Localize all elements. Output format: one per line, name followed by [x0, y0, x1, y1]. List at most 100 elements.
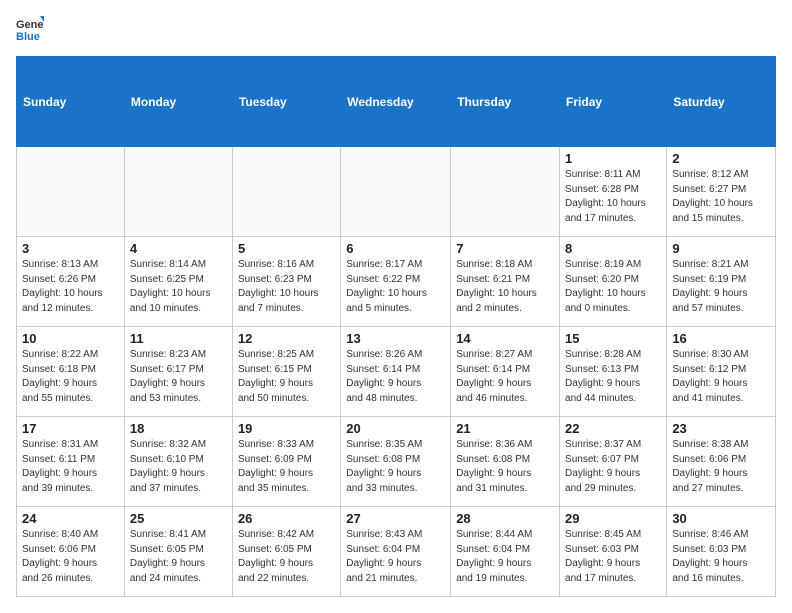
day-info: Sunrise: 8:41 AM Sunset: 6:05 PM Dayligh…: [130, 528, 227, 586]
svg-text:Blue: Blue: [16, 31, 40, 43]
calendar-cell: 12 Sunrise: 8:25 AM Sunset: 6:15 PM Dayli…: [232, 327, 340, 417]
day-info: Sunrise: 8:31 AM Sunset: 6:11 PM Dayligh…: [22, 438, 119, 496]
svg-text:General: General: [16, 19, 44, 31]
calendar-cell: 11 Sunrise: 8:23 AM Sunset: 6:17 PM Dayli…: [124, 327, 232, 417]
calendar-cell: 28 Sunrise: 8:44 AM Sunset: 6:04 PM Dayli…: [451, 507, 560, 597]
day-number: 4: [130, 241, 227, 256]
calendar-cell: 9 Sunrise: 8:21 AM Sunset: 6:19 PM Daylig…: [667, 237, 776, 327]
header-wednesday: Wednesday: [341, 57, 451, 147]
calendar-cell: 27Sunrise: 8:43 AM Sunset: 6:04 PM Dayli…: [341, 507, 451, 597]
calendar-header: SundayMondayTuesdayWednesdayThursdayFrid…: [17, 57, 776, 147]
header-sunday: Sunday: [17, 57, 125, 147]
calendar-cell: 5 Sunrise: 8:16 AM Sunset: 6:23 PM Daylig…: [232, 237, 340, 327]
calendar-cell: 26 Sunrise: 8:42 AM Sunset: 6:05 PM Dayli…: [232, 507, 340, 597]
calendar-cell: [232, 147, 340, 237]
day-number: 12: [238, 331, 335, 346]
day-info: Sunrise: 8:12 AM Sunset: 6:27 PM Dayligh…: [672, 168, 770, 226]
calendar-cell: 13 Sunrise: 8:26 AM Sunset: 6:14 PM Dayli…: [341, 327, 451, 417]
day-number: 19: [238, 421, 335, 436]
calendar-cell: 4Sunrise: 8:14 AM Sunset: 6:25 PM Daylig…: [124, 237, 232, 327]
calendar-cell: 16Sunrise: 8:30 AM Sunset: 6:12 PM Dayli…: [667, 327, 776, 417]
header-monday: Monday: [124, 57, 232, 147]
day-info: Sunrise: 8:11 AM Sunset: 6:28 PM Dayligh…: [565, 168, 661, 226]
header-saturday: Saturday: [667, 57, 776, 147]
day-info: Sunrise: 8:17 AM Sunset: 6:22 PM Dayligh…: [346, 258, 445, 316]
calendar-cell: 14Sunrise: 8:27 AM Sunset: 6:14 PM Dayli…: [451, 327, 560, 417]
day-info: Sunrise: 8:26 AM Sunset: 6:14 PM Dayligh…: [346, 348, 445, 406]
day-info: Sunrise: 8:22 AM Sunset: 6:18 PM Dayligh…: [22, 348, 119, 406]
day-info: Sunrise: 8:13 AM Sunset: 6:26 PM Dayligh…: [22, 258, 119, 316]
calendar-cell: 25 Sunrise: 8:41 AM Sunset: 6:05 PM Dayli…: [124, 507, 232, 597]
day-info: Sunrise: 8:18 AM Sunset: 6:21 PM Dayligh…: [456, 258, 554, 316]
calendar-cell: [17, 147, 125, 237]
day-info: Sunrise: 8:23 AM Sunset: 6:17 PM Dayligh…: [130, 348, 227, 406]
day-number: 20: [346, 421, 445, 436]
header-thursday: Thursday: [451, 57, 560, 147]
calendar-cell: 21Sunrise: 8:36 AM Sunset: 6:08 PM Dayli…: [451, 417, 560, 507]
calendar-cell: [451, 147, 560, 237]
calendar-table: SundayMondayTuesdayWednesdayThursdayFrid…: [16, 56, 776, 597]
day-number: 10: [22, 331, 119, 346]
calendar-cell: 17 Sunrise: 8:31 AM Sunset: 6:11 PM Dayli…: [17, 417, 125, 507]
day-info: Sunrise: 8:44 AM Sunset: 6:04 PM Dayligh…: [456, 528, 554, 586]
day-number: 30: [672, 511, 770, 526]
day-number: 5: [238, 241, 335, 256]
calendar-cell: [124, 147, 232, 237]
calendar-cell: 10 Sunrise: 8:22 AM Sunset: 6:18 PM Dayli…: [17, 327, 125, 417]
day-number: 9: [672, 241, 770, 256]
day-number: 3: [22, 241, 119, 256]
day-number: 28: [456, 511, 554, 526]
calendar-cell: 15Sunrise: 8:28 AM Sunset: 6:13 PM Dayli…: [560, 327, 667, 417]
day-number: 21: [456, 421, 554, 436]
calendar-cell: 6 Sunrise: 8:17 AM Sunset: 6:22 PM Daylig…: [341, 237, 451, 327]
calendar-cell: 2Sunrise: 8:12 AM Sunset: 6:27 PM Daylig…: [667, 147, 776, 237]
day-number: 7: [456, 241, 554, 256]
day-info: Sunrise: 8:38 AM Sunset: 6:06 PM Dayligh…: [672, 438, 770, 496]
day-number: 13: [346, 331, 445, 346]
day-info: Sunrise: 8:45 AM Sunset: 6:03 PM Dayligh…: [565, 528, 661, 586]
calendar-cell: 18Sunrise: 8:32 AM Sunset: 6:10 PM Dayli…: [124, 417, 232, 507]
day-number: 23: [672, 421, 770, 436]
calendar-cell: 8Sunrise: 8:19 AM Sunset: 6:20 PM Daylig…: [560, 237, 667, 327]
day-number: 16: [672, 331, 770, 346]
day-number: 26: [238, 511, 335, 526]
logo: General Blue: [16, 16, 44, 44]
day-info: Sunrise: 8:37 AM Sunset: 6:07 PM Dayligh…: [565, 438, 661, 496]
calendar-cell: 7 Sunrise: 8:18 AM Sunset: 6:21 PM Daylig…: [451, 237, 560, 327]
day-info: Sunrise: 8:42 AM Sunset: 6:05 PM Dayligh…: [238, 528, 335, 586]
calendar-cell: 3 Sunrise: 8:13 AM Sunset: 6:26 PM Daylig…: [17, 237, 125, 327]
day-number: 8: [565, 241, 661, 256]
day-info: Sunrise: 8:25 AM Sunset: 6:15 PM Dayligh…: [238, 348, 335, 406]
logo-icon: General Blue: [16, 16, 44, 44]
calendar-cell: 23 Sunrise: 8:38 AM Sunset: 6:06 PM Dayli…: [667, 417, 776, 507]
day-number: 1: [565, 151, 661, 166]
day-number: 15: [565, 331, 661, 346]
calendar-cell: 20 Sunrise: 8:35 AM Sunset: 6:08 PM Dayli…: [341, 417, 451, 507]
day-number: 17: [22, 421, 119, 436]
calendar-cell: 19 Sunrise: 8:33 AM Sunset: 6:09 PM Dayli…: [232, 417, 340, 507]
day-number: 24: [22, 511, 119, 526]
calendar-cell: 22 Sunrise: 8:37 AM Sunset: 6:07 PM Dayli…: [560, 417, 667, 507]
day-info: Sunrise: 8:16 AM Sunset: 6:23 PM Dayligh…: [238, 258, 335, 316]
day-info: Sunrise: 8:35 AM Sunset: 6:08 PM Dayligh…: [346, 438, 445, 496]
day-number: 18: [130, 421, 227, 436]
header-tuesday: Tuesday: [232, 57, 340, 147]
day-number: 14: [456, 331, 554, 346]
logo: General Blue: [16, 16, 44, 44]
day-info: Sunrise: 8:33 AM Sunset: 6:09 PM Dayligh…: [238, 438, 335, 496]
header-friday: Friday: [560, 57, 667, 147]
day-number: 6: [346, 241, 445, 256]
page-header: General Blue: [16, 16, 776, 44]
calendar-cell: 29Sunrise: 8:45 AM Sunset: 6:03 PM Dayli…: [560, 507, 667, 597]
calendar-cell: 24 Sunrise: 8:40 AM Sunset: 6:06 PM Dayli…: [17, 507, 125, 597]
day-info: Sunrise: 8:40 AM Sunset: 6:06 PM Dayligh…: [22, 528, 119, 586]
calendar-cell: [341, 147, 451, 237]
day-info: Sunrise: 8:21 AM Sunset: 6:19 PM Dayligh…: [672, 258, 770, 316]
day-number: 11: [130, 331, 227, 346]
calendar-cell: 30 Sunrise: 8:46 AM Sunset: 6:03 PM Dayli…: [667, 507, 776, 597]
day-info: Sunrise: 8:43 AM Sunset: 6:04 PM Dayligh…: [346, 528, 445, 586]
day-number: 25: [130, 511, 227, 526]
day-number: 22: [565, 421, 661, 436]
day-info: Sunrise: 8:46 AM Sunset: 6:03 PM Dayligh…: [672, 528, 770, 586]
calendar-cell: 1 Sunrise: 8:11 AM Sunset: 6:28 PM Daylig…: [560, 147, 667, 237]
